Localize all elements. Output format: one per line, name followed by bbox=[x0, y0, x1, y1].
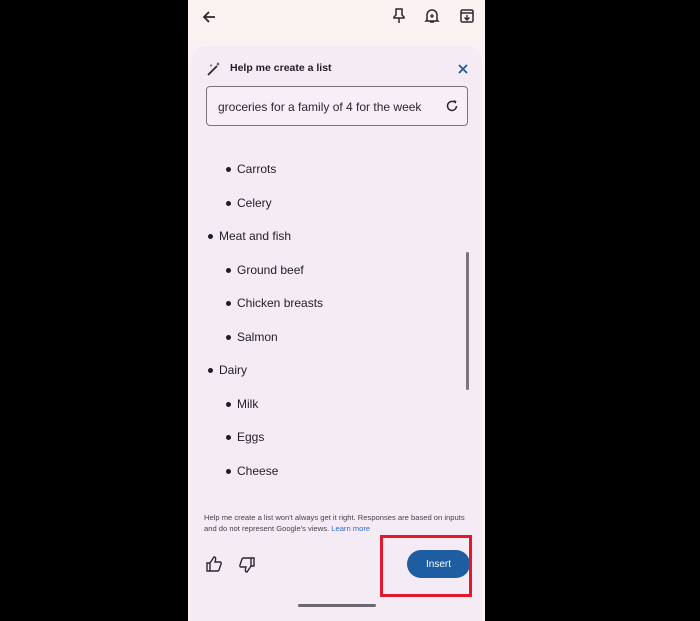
generated-list: Carrots Celery Meat and fish Ground beef… bbox=[191, 134, 482, 510]
refresh-icon[interactable] bbox=[444, 98, 460, 114]
disclaimer-text: Help me create a list won't always get i… bbox=[204, 512, 468, 534]
list-bullet bbox=[226, 402, 231, 407]
list-scrollbar[interactable] bbox=[466, 252, 469, 390]
pin-icon[interactable] bbox=[388, 5, 410, 27]
list-bullet bbox=[226, 201, 231, 206]
prompt-text: groceries for a family of 4 for the week bbox=[218, 100, 422, 114]
list-item: Ground beef bbox=[237, 263, 304, 277]
list-item: Cheese bbox=[237, 464, 279, 478]
list-bullet bbox=[226, 167, 231, 172]
archive-icon[interactable] bbox=[456, 5, 478, 27]
home-indicator[interactable] bbox=[298, 604, 376, 607]
list-item: Celery bbox=[237, 196, 272, 210]
list-bullet bbox=[226, 435, 231, 440]
prompt-input[interactable]: groceries for a family of 4 for the week bbox=[206, 86, 468, 126]
list-item: Meat and fish bbox=[219, 229, 292, 243]
learn-more-link[interactable]: Learn more bbox=[331, 524, 370, 533]
panel-title: Help me create a list bbox=[230, 62, 332, 74]
list-item: Dairy bbox=[219, 363, 248, 377]
list-bullet bbox=[208, 234, 213, 239]
phone-screen: Help me create a list groceries for a fa… bbox=[188, 0, 485, 621]
list-item: Salmon bbox=[237, 330, 278, 344]
list-bullet bbox=[208, 368, 213, 373]
list-bullet bbox=[226, 268, 231, 273]
highlight-box bbox=[380, 535, 472, 597]
close-icon[interactable] bbox=[455, 61, 471, 77]
list-item: Milk bbox=[237, 397, 259, 411]
list-bullet bbox=[226, 335, 231, 340]
bell-plus-icon[interactable] bbox=[421, 5, 443, 27]
list-bullet bbox=[226, 301, 231, 306]
list-item: Carrots bbox=[237, 162, 277, 176]
thumbs-up-icon[interactable] bbox=[203, 553, 225, 575]
thumbs-down-icon[interactable] bbox=[236, 554, 258, 576]
arrow-left-icon[interactable] bbox=[198, 6, 220, 28]
top-app-bar bbox=[188, 0, 485, 40]
list-item: Chicken breasts bbox=[237, 296, 324, 310]
list-bullet bbox=[226, 469, 231, 474]
list-item: Eggs bbox=[237, 430, 265, 444]
magic-wand-icon bbox=[205, 60, 223, 78]
